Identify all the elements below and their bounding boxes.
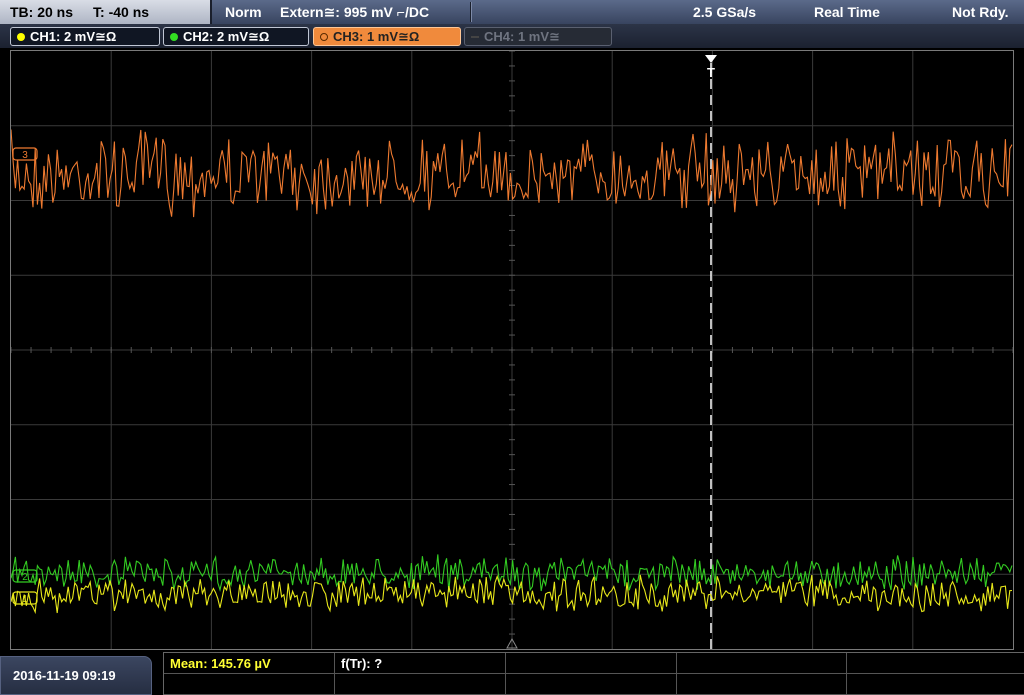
channel-3-label: CH3: 1 mV≅Ω: [333, 29, 420, 44]
measurement-cell-empty[interactable]: [847, 674, 1024, 695]
trigger-arrow-icon[interactable]: [705, 55, 717, 63]
trigger-mode[interactable]: Norm: [225, 0, 262, 24]
datetime-label: 2016-11-19 09:19: [13, 668, 116, 683]
channel-3-dot-icon: [320, 32, 328, 41]
waveform-canvas: T 3 2 1: [11, 51, 1013, 649]
mean-measurement[interactable]: Mean: 145.76 µV: [164, 653, 335, 674]
measurement-cell-empty[interactable]: [335, 674, 506, 695]
graticule-grid: [11, 51, 1013, 649]
channel-3-offset-marker[interactable]: 3: [12, 147, 38, 161]
acquisition-mode[interactable]: Real Time: [814, 0, 880, 24]
channel-2-marker-label: 2: [22, 572, 28, 583]
channel-4-button[interactable]: CH4: 1 mV≅: [464, 27, 612, 46]
measurement-row: [164, 674, 1024, 695]
timebase-box[interactable]: TB: 20 ns T: -40 ns: [0, 0, 212, 24]
measurement-cell-empty[interactable]: [677, 674, 847, 695]
channel-1-label: CH1: 2 mV≅Ω: [30, 29, 117, 44]
channel-4-dash-icon: [471, 35, 479, 38]
channel-2-label: CH2: 2 mV≅Ω: [183, 29, 270, 44]
measurement-cell-empty[interactable]: [506, 653, 677, 674]
frequency-measurement[interactable]: f(Tr): ?: [335, 653, 506, 674]
measurement-cell-empty[interactable]: [677, 653, 847, 674]
waveform-display[interactable]: T 3 2 1: [10, 50, 1014, 650]
trigger-source[interactable]: Extern≅: 995 mV ⌐/DC: [280, 0, 429, 24]
trigger-time-value: T: -40 ns: [93, 4, 150, 20]
sample-rate[interactable]: 2.5 GSa/s: [693, 0, 756, 24]
trigger-marker-label: T: [707, 65, 715, 80]
status-divider: [470, 2, 472, 22]
channel-1-button[interactable]: CH1: 2 mV≅Ω: [10, 27, 160, 46]
channel-3-button[interactable]: CH3: 1 mV≅Ω: [313, 27, 461, 46]
channel-2-dot-icon: [170, 32, 178, 41]
ready-state: Not Rdy.: [952, 4, 1009, 20]
measurement-table[interactable]: Mean: 145.76 µV f(Tr): ?: [163, 652, 1024, 695]
measurement-cell-empty[interactable]: [506, 674, 677, 695]
channel-1-dot-icon: [17, 32, 25, 41]
channel-3-marker-label: 3: [22, 150, 28, 161]
channel-bar: CH1: 2 mV≅Ω CH2: 2 mV≅Ω CH3: 1 mV≅Ω CH4:…: [0, 24, 1024, 48]
channel-1-marker-label: 1: [22, 594, 28, 605]
status-bar: TB: 20 ns T: -40 ns Norm Extern≅: 995 mV…: [0, 0, 1024, 24]
channel-4-label: CH4: 1 mV≅: [484, 29, 560, 44]
timebase-value: TB: 20 ns: [10, 4, 74, 20]
measurement-row: Mean: 145.76 µV f(Tr): ?: [164, 653, 1024, 674]
bottom-bar: 2016-11-19 09:19 Mean: 145.76 µV f(Tr): …: [0, 652, 1024, 695]
measurement-cell-empty[interactable]: [847, 653, 1024, 674]
measurement-cell-empty[interactable]: [164, 674, 335, 695]
datetime-box[interactable]: 2016-11-19 09:19: [0, 656, 152, 695]
channel-2-button[interactable]: CH2: 2 mV≅Ω: [163, 27, 309, 46]
